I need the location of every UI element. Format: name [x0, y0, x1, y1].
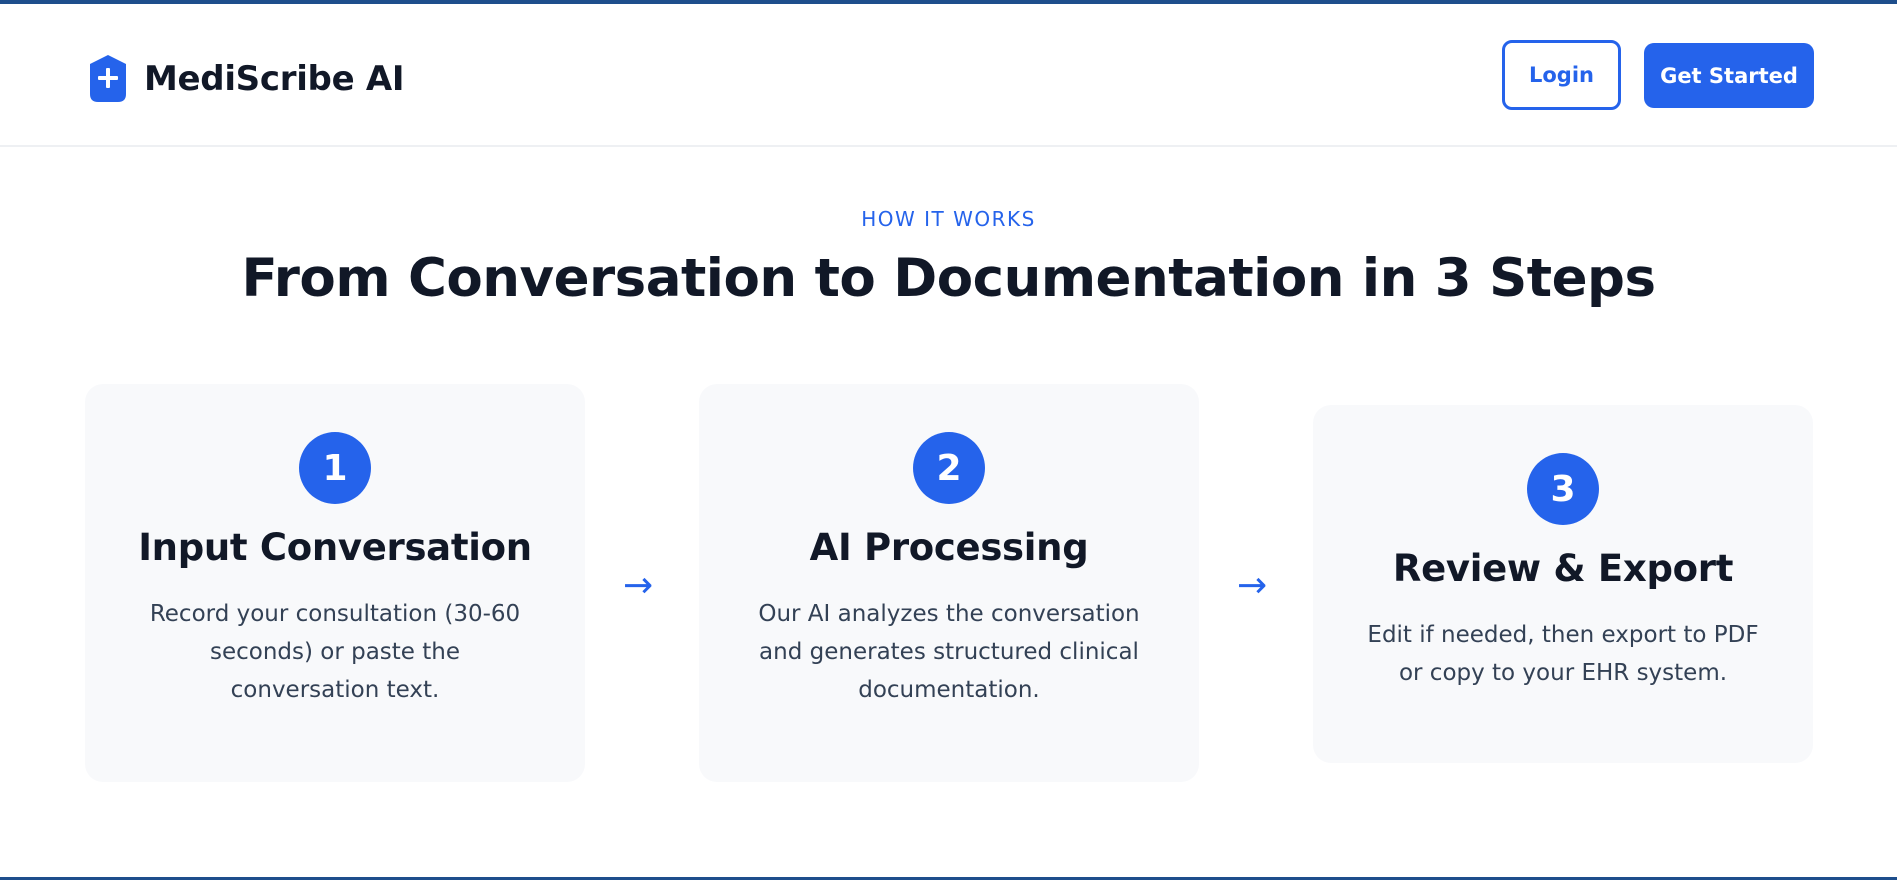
step-card-2: 2 AI Processing Our AI analyzes the conv…: [699, 384, 1199, 782]
step-title: AI Processing: [809, 526, 1089, 569]
site-header: MediScribe AI Login Get Started: [0, 4, 1897, 147]
step-number-badge: 1: [299, 432, 371, 504]
step-title: Review & Export: [1392, 547, 1734, 590]
section-title: From Conversation to Documentation in 3 …: [241, 248, 1656, 309]
step-card-1: 1 Input Conversation Record your consult…: [85, 384, 585, 782]
arrow-right-icon: →: [1237, 565, 1268, 606]
step-description: Our AI analyzes the conversation and gen…: [758, 601, 1140, 703]
shield-plus-icon: [88, 54, 128, 104]
brand-name: MediScribe AI: [144, 59, 405, 99]
step-number-badge: 2: [913, 432, 985, 504]
section-eyebrow: HOW IT WORKS: [861, 207, 1036, 231]
brand-logo[interactable]: MediScribe AI: [88, 54, 405, 104]
step-title: Input Conversation: [138, 526, 532, 569]
step-description: Record your consultation (30-60 seconds)…: [149, 601, 521, 703]
step-card-3: 3 Review & Export Edit if needed, then e…: [1313, 405, 1813, 763]
get-started-button[interactable]: Get Started: [1644, 43, 1814, 108]
step-number-badge: 3: [1527, 453, 1599, 525]
login-button[interactable]: Login: [1502, 40, 1621, 110]
arrow-right-icon: →: [623, 565, 654, 606]
step-description: Edit if needed, then export to PDF or co…: [1367, 622, 1759, 686]
